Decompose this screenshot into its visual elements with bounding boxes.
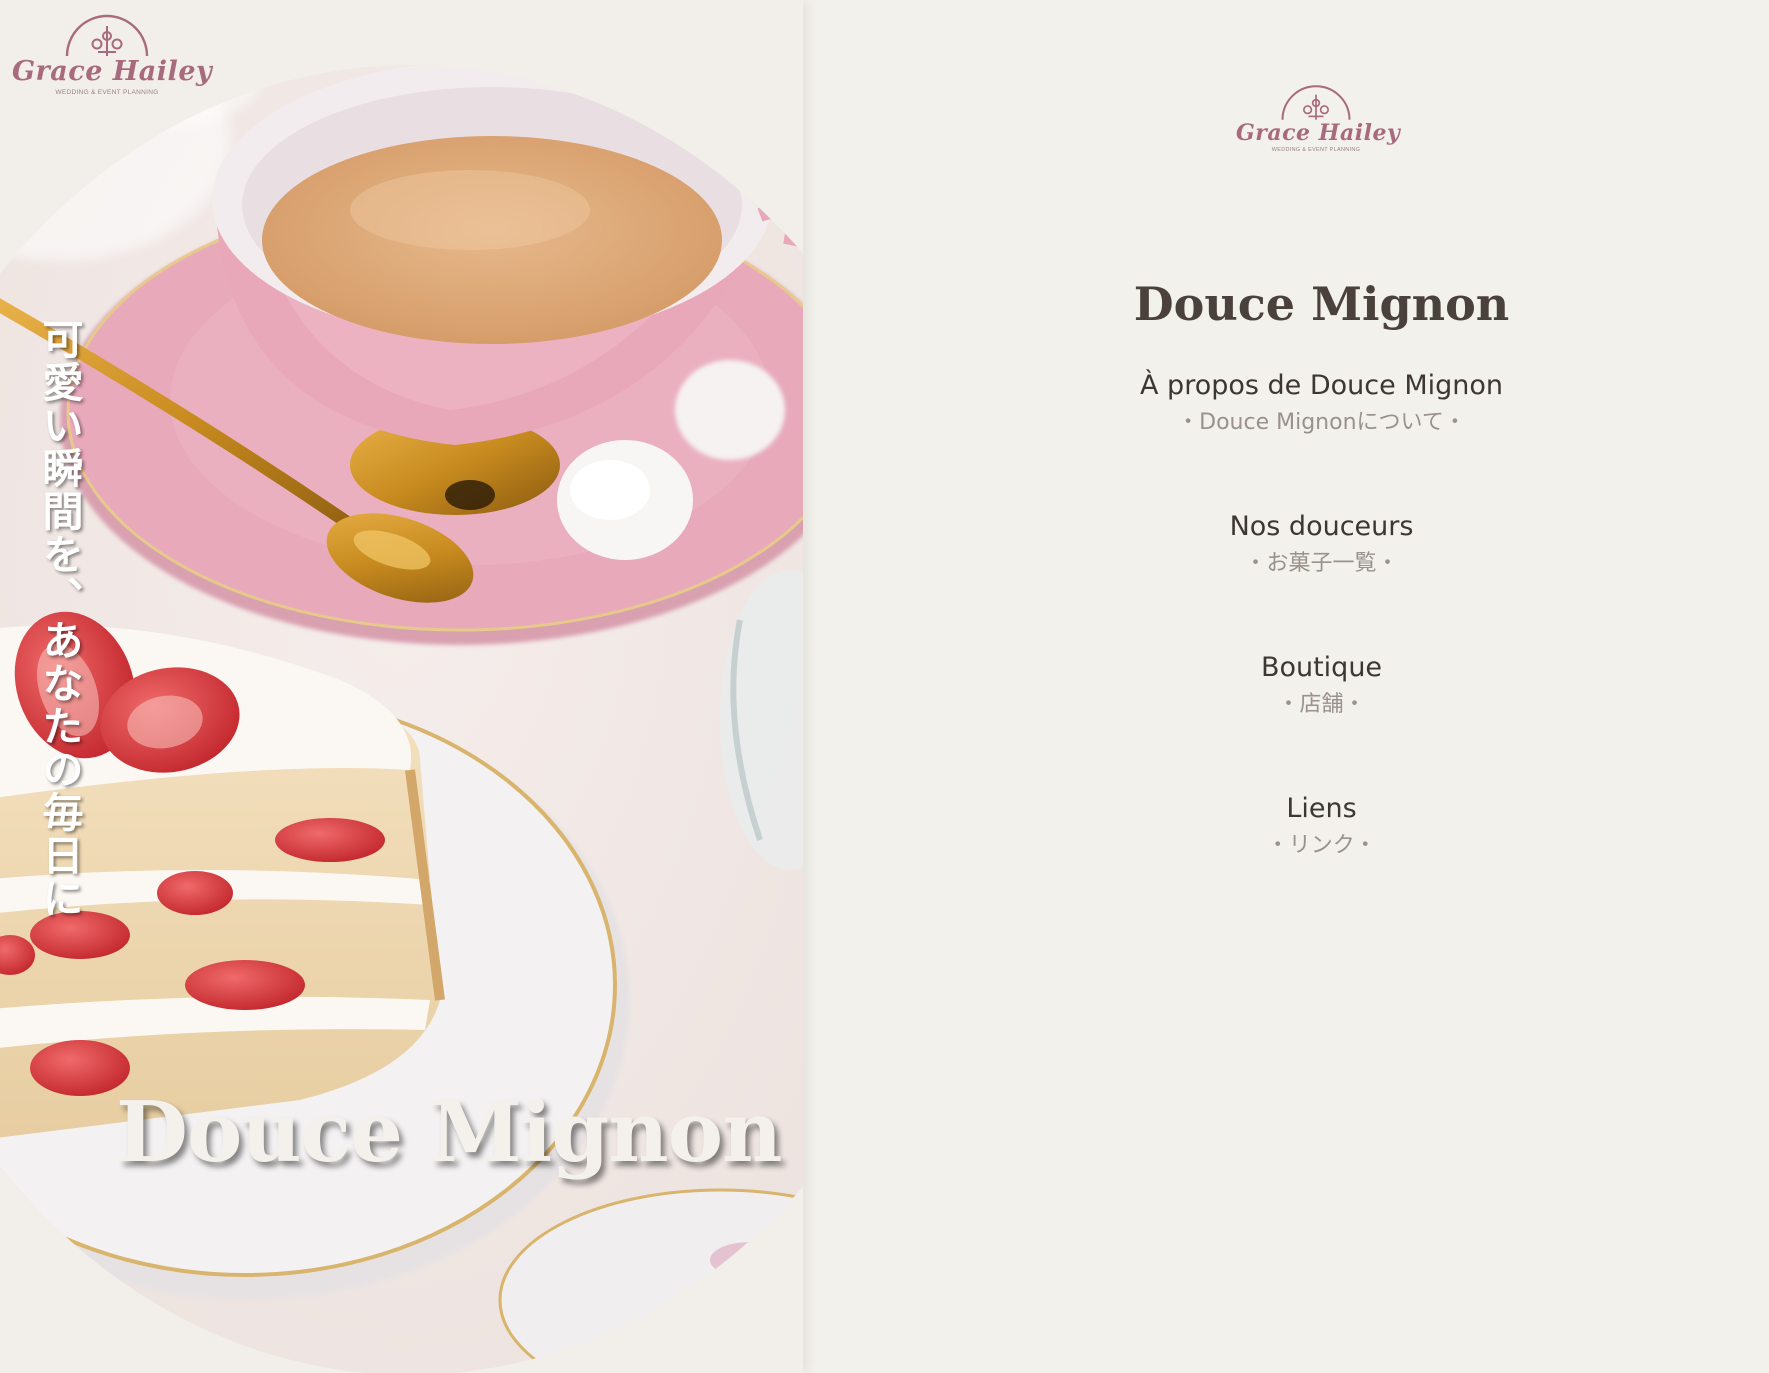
nav-item-sublabel: ・店舗・: [1277, 692, 1366, 717]
nav-item-sublabel: ・Douce Mignonについて・: [1177, 410, 1466, 435]
logo-subtitle: WEDDING & EVENT PLANNING: [55, 89, 159, 96]
hero-title: Douce Mignon: [116, 1083, 782, 1181]
nav-menu-entry: Nos douceurs ・お菓子一覧・: [803, 509, 1769, 650]
page: Grace Hailey WEDDING & EVENT PLANNING 可愛…: [0, 0, 1769, 1373]
logo-emblem-icon: [65, 14, 149, 57]
logo-emblem-icon: [1281, 85, 1351, 120]
logo-name: Grace Hailey: [1236, 120, 1401, 146]
nav-menu: À propos de Douce Mignon ・Douce Mignonにつ…: [803, 368, 1769, 932]
nav-item-sublabel: ・お菓子一覧・: [1244, 551, 1399, 576]
nav-item-boutique[interactable]: Boutique ・店舗・: [803, 650, 1769, 791]
nav-item-label: Liens: [1286, 793, 1357, 824]
nav-menu-entry: Boutique ・店舗・: [803, 650, 1769, 791]
nav-item-sublabel: ・リンク・: [1266, 833, 1377, 858]
logo-subtitle: WEDDING & EVENT PLANNING: [1271, 147, 1361, 153]
hero-panel: Grace Hailey WEDDING & EVENT PLANNING 可愛…: [0, 0, 803, 1373]
nav-item-label: Nos douceurs: [1229, 511, 1414, 542]
nav-title: Douce Mignon: [1133, 276, 1510, 331]
nav-logo-link[interactable]: Grace Hailey WEDDING & EVENT PLANNING: [1236, 84, 1401, 166]
nav-item-links[interactable]: Liens ・リンク・: [803, 791, 1769, 932]
nav-menu-entry: À propos de Douce Mignon ・Douce Mignonにつ…: [803, 368, 1769, 509]
hero-logo-link[interactable]: Grace Hailey WEDDING & EVENT PLANNING: [12, 14, 213, 114]
nav-item-about[interactable]: À propos de Douce Mignon ・Douce Mignonにつ…: [803, 368, 1769, 509]
nav-menu-entry: Liens ・リンク・: [803, 791, 1769, 932]
nav-item-label: À propos de Douce Mignon: [1140, 370, 1503, 401]
nav-item-sweets[interactable]: Nos douceurs ・お菓子一覧・: [803, 509, 1769, 650]
logo-name: Grace Hailey: [12, 56, 213, 87]
nav-item-label: Boutique: [1260, 652, 1383, 683]
nav-panel: Grace Hailey WEDDING & EVENT PLANNING Do…: [803, 0, 1769, 1373]
hero-tagline: 可愛い瞬間を、あなたの毎日に: [35, 318, 83, 920]
